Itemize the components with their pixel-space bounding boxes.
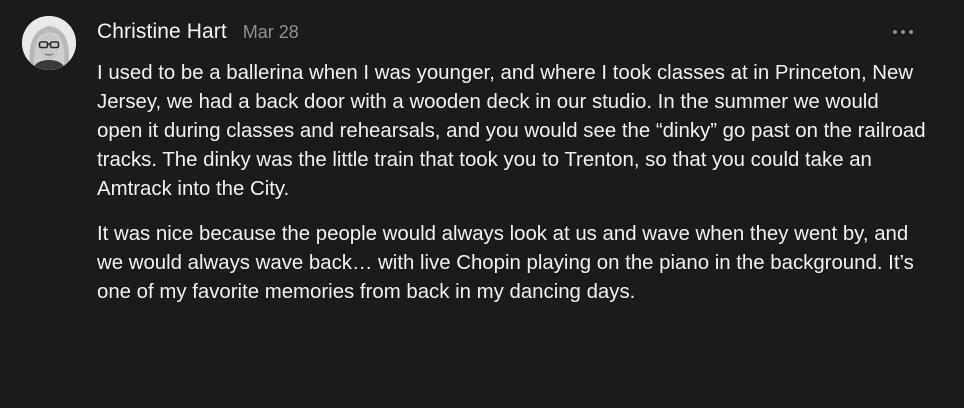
comment-body: I used to be a ballerina when I was youn…: [97, 59, 927, 307]
avatar[interactable]: [22, 16, 76, 70]
more-horizontal-icon: [893, 30, 897, 34]
comment-header: Christine Hart Mar 28: [97, 20, 299, 48]
avatar-image: [22, 16, 76, 70]
comment-date[interactable]: Mar 28: [243, 22, 299, 43]
comment-paragraph: It was nice because the people would alw…: [97, 223, 914, 303]
comment: Christine Hart Mar 28 I used to be a bal…: [0, 0, 964, 408]
more-options-button[interactable]: [888, 22, 918, 42]
author-name[interactable]: Christine Hart: [97, 20, 227, 44]
comment-paragraph: I used to be a ballerina when I was youn…: [97, 62, 926, 200]
